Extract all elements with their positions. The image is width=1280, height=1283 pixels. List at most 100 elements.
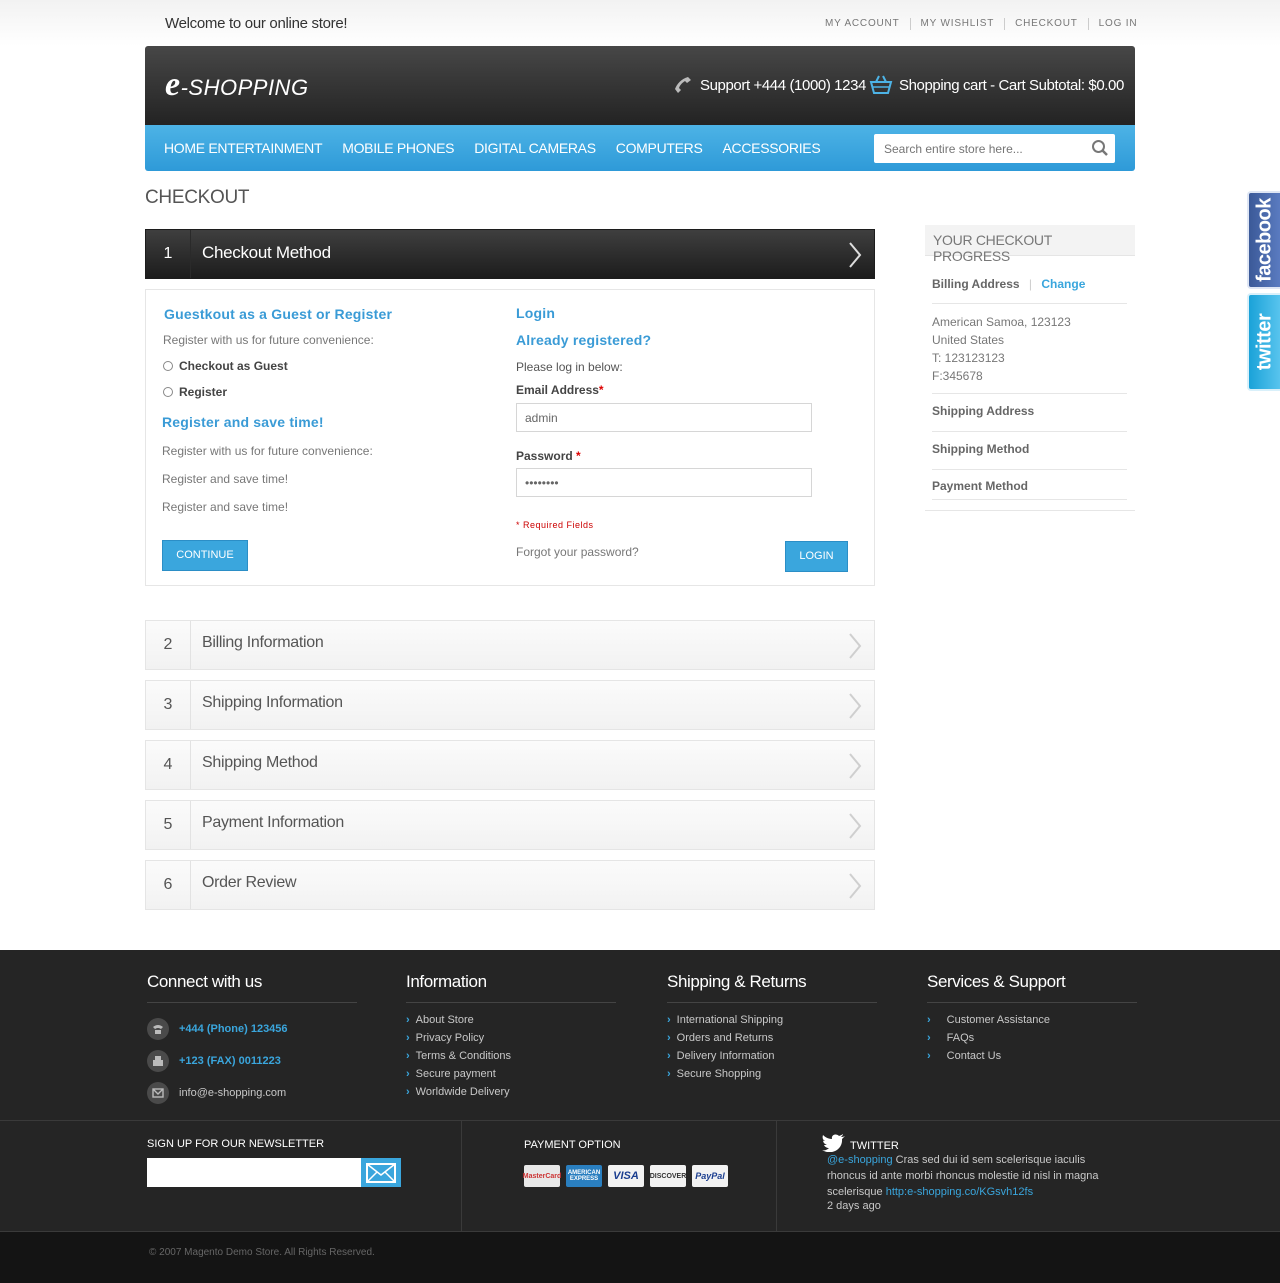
guest-title: Guestkout as a Guest or Register [164,306,393,322]
password-label: Password * [516,449,581,463]
support-phone: Support +444 (1000) 1234 [672,75,866,95]
my-wishlist-link[interactable]: MY WISHLIST [909,18,1005,30]
newsletter-email-input[interactable] [147,1158,361,1187]
link-text: About Store [415,1014,474,1026]
search-input[interactable] [884,140,1084,158]
tweet: @e-shopping Cras sed dui id sem sceleris… [827,1152,1117,1200]
step-number: 4 [146,741,191,789]
logo-text: -SHOPPING [180,75,309,100]
footer-connect: Connect with us +444 (Phone) 123456 +123… [147,972,357,1109]
login-instruction: Please log in below: [516,360,623,374]
footer-link[interactable]: › Delivery Information [667,1047,877,1065]
tweet-url-link[interactable]: http:e-shopping.co/KGsvh12fs [886,1186,1033,1198]
chevron-right-icon: › [927,1032,931,1044]
login-button[interactable]: LOGIN [785,541,848,572]
step-billing-information[interactable]: 2 Billing Information [145,620,875,670]
twitter-widget-header: TWITTER [822,1134,899,1152]
log-in-link[interactable]: LOG IN [1087,18,1148,30]
email-field[interactable] [516,403,812,432]
envelope-icon [147,1082,169,1104]
cart-text: Shopping cart - Cart Subtotal: $0.00 [899,76,1124,94]
basket-icon [869,75,893,94]
support-text: Support +444 (1000) 1234 [700,76,866,94]
register-line: Register and save time! [162,500,289,514]
footer-link[interactable]: › Terms & Conditions [406,1047,616,1065]
footer-link[interactable]: › Privacy Policy [406,1029,616,1047]
twitter-tab[interactable]: twitter [1247,293,1280,391]
footer-link[interactable]: › Customer Assistance [927,1011,1137,1029]
phone-icon [147,1018,169,1040]
forgot-password-link[interactable]: Forgot your password? [516,545,639,559]
address-line: American Samoa, 123123 [932,315,1071,329]
step-label: Shipping Method [202,754,318,771]
guest-subtitle: Register with us for future convenience: [163,333,374,347]
search-icon[interactable] [1091,139,1109,157]
step-label: Billing Information [202,634,324,651]
nav-computers[interactable]: COMPUTERS [616,140,703,156]
tweet-handle-link[interactable]: @e-shopping [827,1154,893,1166]
step-payment-information[interactable]: 5 Payment Information [145,800,875,850]
step-checkout-method[interactable]: 1 Checkout Method [145,229,875,279]
billing-address-label: Billing Address [932,277,1020,291]
nav-mobile-phones[interactable]: MOBILE PHONES [342,140,454,156]
email-link[interactable]: info@e-shopping.com [179,1087,286,1099]
continue-button[interactable]: CONTINUE [162,540,248,571]
tweet-time: 2 days ago [827,1200,881,1212]
radio-circle[interactable] [163,361,173,371]
facebook-tab[interactable]: facebook [1247,191,1280,289]
required-star: * [598,383,604,397]
footer-link[interactable]: › Orders and Returns [667,1029,877,1047]
change-link[interactable]: Change [1041,277,1085,291]
footer-link[interactable]: › International Shipping [667,1011,877,1029]
checkout-as-guest-radio[interactable]: Checkout as Guest [163,359,288,373]
radio-circle[interactable] [163,387,173,397]
footer-link[interactable]: › Worldwide Delivery [406,1083,616,1101]
chevron-right-icon: › [667,1050,671,1062]
checkout-link[interactable]: CHECKOUT [1004,18,1088,30]
address-line: F:345678 [932,369,983,383]
step-number: 1 [146,230,191,278]
payment-title: PAYMENT OPTION [524,1139,621,1151]
footer-link[interactable]: › Secure Shopping [667,1065,877,1083]
password-field[interactable] [516,468,812,497]
step-number: 6 [146,861,191,909]
footer-information: Information › About Store › Privacy Policy… [406,972,616,1101]
mastercard-icon: MasterCard [523,1165,561,1187]
payment-cards: MasterCard AMERICAN EXPRESS VISA DISCOVE… [523,1165,728,1187]
shipping-title: Shipping & Returns [667,972,877,1003]
step-shipping-method[interactable]: 4 Shipping Method [145,740,875,790]
link-text: Orders and Returns [676,1032,774,1044]
checkout-method-panel: Guestkout as a Guest or Register Registe… [145,289,875,586]
footer-link[interactable]: › Secure payment [406,1065,616,1083]
nav-digital-cameras[interactable]: DIGITAL CAMERAS [474,140,596,156]
link-text: Delivery Information [676,1050,775,1062]
step-label: Payment Information [202,814,344,831]
copyright: © 2007 Magento Demo Store. All Rights Re… [149,1247,375,1258]
register-save-title: Register and save time! [162,414,324,430]
link-text: Worldwide Delivery [415,1086,510,1098]
shopping-cart[interactable]: Shopping cart - Cart Subtotal: $0.00 [869,75,1124,95]
envelope-icon [366,1162,396,1183]
chevron-right-icon: › [667,1068,671,1080]
step-shipping-information[interactable]: 3 Shipping Information [145,680,875,730]
my-account-link[interactable]: MY ACCOUNT [815,18,910,30]
step-order-review[interactable]: 6 Order Review [145,860,875,910]
sidebar-divider [925,510,1135,511]
chevron-right-icon: › [406,1014,410,1026]
password-label-text: Password [516,449,573,463]
chevron-right-icon: › [406,1050,410,1062]
step-number: 3 [146,681,191,729]
footer-vertical-divider [461,1121,462,1231]
nav-accessories[interactable]: ACCESSORIES [723,140,821,156]
footer-link[interactable]: › About Store [406,1011,616,1029]
progress-payment-method: Payment Method [932,479,1127,500]
chevron-right-icon [849,813,862,839]
page-title: CHECKOUT [145,187,250,208]
footer-link[interactable]: › FAQs [927,1029,1137,1047]
logo[interactable]: e-SHOPPING [165,66,309,104]
newsletter-submit-button[interactable] [361,1158,401,1187]
chevron-right-icon: › [406,1032,410,1044]
footer-link[interactable]: › Contact Us [927,1047,1137,1065]
register-radio[interactable]: Register [163,385,227,399]
nav-home-entertainment[interactable]: HOME ENTERTAINMENT [164,140,323,156]
